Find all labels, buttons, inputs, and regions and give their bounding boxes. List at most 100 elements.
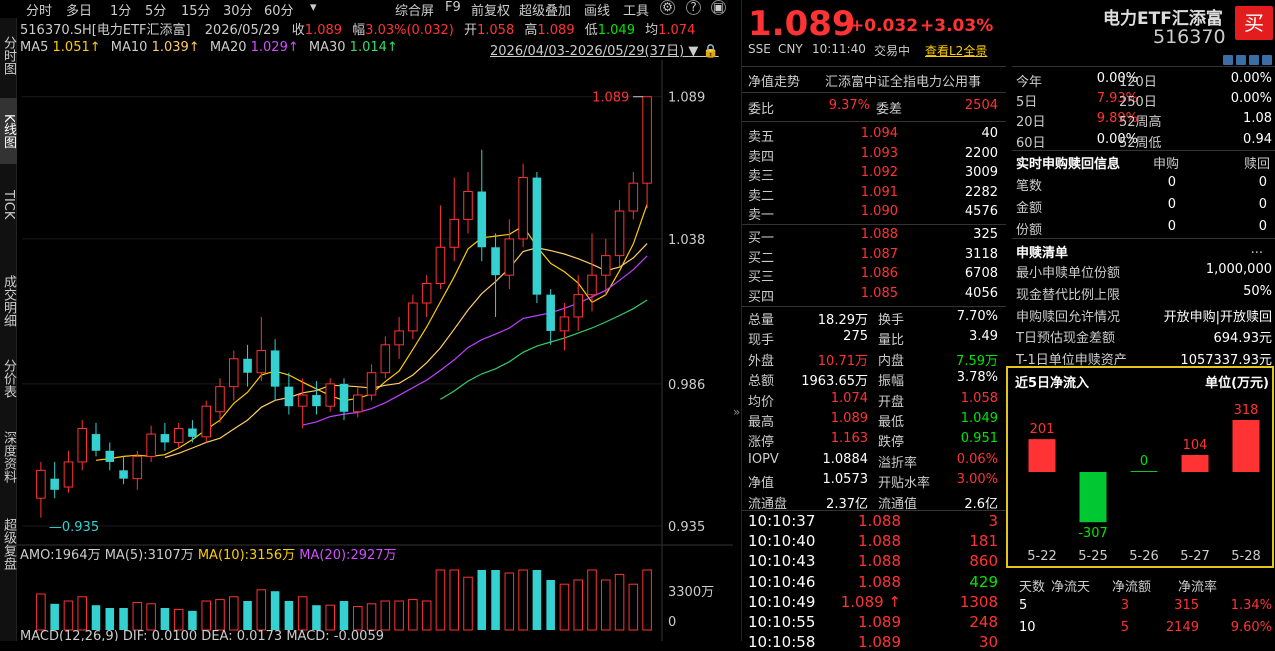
flow-bar-label: 201 (1030, 422, 1055, 437)
vtab-2[interactable]: TICK (0, 170, 17, 240)
volume-bar (215, 599, 225, 631)
window-icon[interactable]: ▣ (711, 0, 726, 15)
tick-volume: 248 (969, 613, 998, 631)
candle-body (491, 247, 500, 276)
volume-bar (421, 600, 432, 631)
weibi-value: 9.37% (828, 98, 870, 113)
ask-price: 1.090 (860, 204, 898, 220)
price-tick-label: 1.038 (668, 233, 705, 248)
currency-label: CNY (778, 42, 803, 56)
buy-button[interactable]: 买 (1235, 6, 1273, 40)
candle-body (201, 405, 211, 438)
collapse-arrow-icon[interactable]: » (733, 405, 740, 419)
help-icon[interactable]: ? (686, 0, 701, 15)
tick-time: 10:10:40 (748, 532, 816, 551)
stat-label: 最高 (748, 415, 775, 430)
volume-bar (408, 599, 418, 631)
realtime-subscribe-value: 0 (1167, 197, 1176, 212)
candle-body (339, 383, 349, 412)
volume-bar (188, 610, 197, 630)
flow-bar (1079, 472, 1107, 523)
high-price-label: 1.089 (592, 91, 629, 106)
lock-icon[interactable]: 🔒 (703, 44, 719, 59)
toolbar-item-2[interactable]: 1分 (110, 0, 131, 19)
flow-table-header: 净流额 (1111, 580, 1151, 595)
tick-volume: 30 (978, 633, 998, 651)
vtab-4[interactable]: 分价表 (0, 348, 17, 408)
tick-time: 10:10:49 (748, 592, 816, 611)
date-range[interactable]: 2026/04/03-2026/05/29(37日) ▼ 🔒 (490, 40, 719, 59)
vtab-6[interactable]: 超级复盘 (0, 506, 17, 582)
flow-table-rate: 9.60% (1230, 620, 1272, 635)
perf-label: 120日 (1119, 75, 1157, 90)
toolbar-item-10[interactable]: 前复权 (471, 0, 510, 19)
toolbar-item-0[interactable]: 分时 (26, 0, 52, 19)
more-icon[interactable] (1262, 55, 1272, 65)
volume-bar (573, 579, 583, 631)
candle-body (394, 330, 404, 346)
pencil-icon[interactable] (1223, 55, 1233, 65)
subscribe-header: 申购 (1152, 157, 1179, 172)
ask-volume: 2282 (964, 184, 998, 200)
stat-label: 换手 (878, 313, 905, 328)
ask-price: 1.093 (860, 145, 898, 161)
toolbar-item-6[interactable]: 60分 (264, 0, 294, 19)
vtab-1[interactable]: K线图 (0, 98, 17, 164)
candle-body (532, 177, 542, 295)
realtime-row-label: 份额 (1016, 223, 1043, 238)
candle-body (353, 394, 363, 413)
toolbar-item-12[interactable]: 画线 (584, 0, 610, 19)
triangle-down-icon[interactable]: ▼ (688, 44, 698, 59)
flow-category-label: 5-22 (1027, 549, 1057, 564)
settings-icon[interactable] (1236, 55, 1246, 65)
toolbar-item-9[interactable]: F9 (445, 0, 461, 15)
toolbar-item-1[interactable]: 多日 (66, 0, 92, 19)
flow-table-amount: 2149 (1165, 620, 1199, 635)
bid-price: 1.088 (860, 227, 898, 242)
stat-label: 振幅 (878, 374, 905, 390)
toolbar-item-11[interactable]: 超级叠加 (519, 0, 571, 19)
bid-volume: 325 (973, 227, 998, 242)
tick-price: 1.088 (858, 532, 901, 551)
toolbar-item-3[interactable]: 5分 (145, 0, 166, 19)
volume-bar (504, 572, 515, 631)
grid-icon[interactable] (1249, 55, 1259, 65)
candle-body (380, 344, 391, 374)
vtab-5[interactable]: 深度资料 (0, 416, 17, 498)
toolbar-item-8[interactable]: 综合屏 (395, 0, 434, 19)
toolbar-item-13[interactable]: 工具 (623, 0, 649, 19)
period-toolbar: 分时 多日 1分 5分 15分 30分 60分 ▾ 综合屏 F9 前复权 超级叠加 画线 工具 ⚙? ▣ (0, 0, 733, 19)
list-more-button: ... (1250, 242, 1263, 257)
candle-body (256, 349, 267, 374)
candle-body (504, 238, 515, 276)
vtab-3[interactable]: 成交明细 (0, 262, 17, 340)
gear-icon[interactable]: ⚙ (660, 0, 675, 15)
volume-bar (614, 573, 625, 631)
volume-bar (491, 570, 500, 630)
divider (742, 510, 1006, 511)
volume-bar (284, 601, 294, 630)
stat-value: 1.058 (960, 390, 998, 406)
volume-bar (325, 604, 335, 631)
weibi-label: 委比 (748, 102, 775, 117)
perf-label: 20日 (1016, 115, 1046, 131)
avg-value: 1.074 (658, 23, 696, 38)
toolbar-item-5[interactable]: 30分 (223, 0, 253, 19)
vertical-tabs: 分时图 K线图 TICK 成交明细分价表深度资料超级复盘 (0, 18, 17, 641)
flow-category-label: 5-27 (1180, 549, 1210, 564)
stat-value: 7.70% (956, 309, 998, 324)
vtab-0[interactable]: 分时图 (0, 26, 17, 84)
kline-chart[interactable]: 1.089 1.038 0.986 0.935 1.089 —0.935 AMO:1964万… (17, 60, 733, 641)
price-tick-label: 0.986 (668, 378, 705, 393)
candle-body (312, 395, 321, 407)
l2-link[interactable]: 查看L2全景 (925, 42, 987, 59)
stat-label: 总额 (748, 374, 775, 390)
amo-axis-label: 3300万 (668, 585, 714, 600)
quote-time: 10:11:40 (812, 42, 866, 56)
toolbar-item-4[interactable]: 15分 (181, 0, 211, 19)
ask-level-label: 卖二 (748, 188, 775, 204)
volume-bar (63, 600, 74, 631)
toolbar-item-7[interactable]: ▾ (310, 0, 317, 15)
candle-body (229, 358, 239, 388)
volume-bar (380, 600, 391, 631)
